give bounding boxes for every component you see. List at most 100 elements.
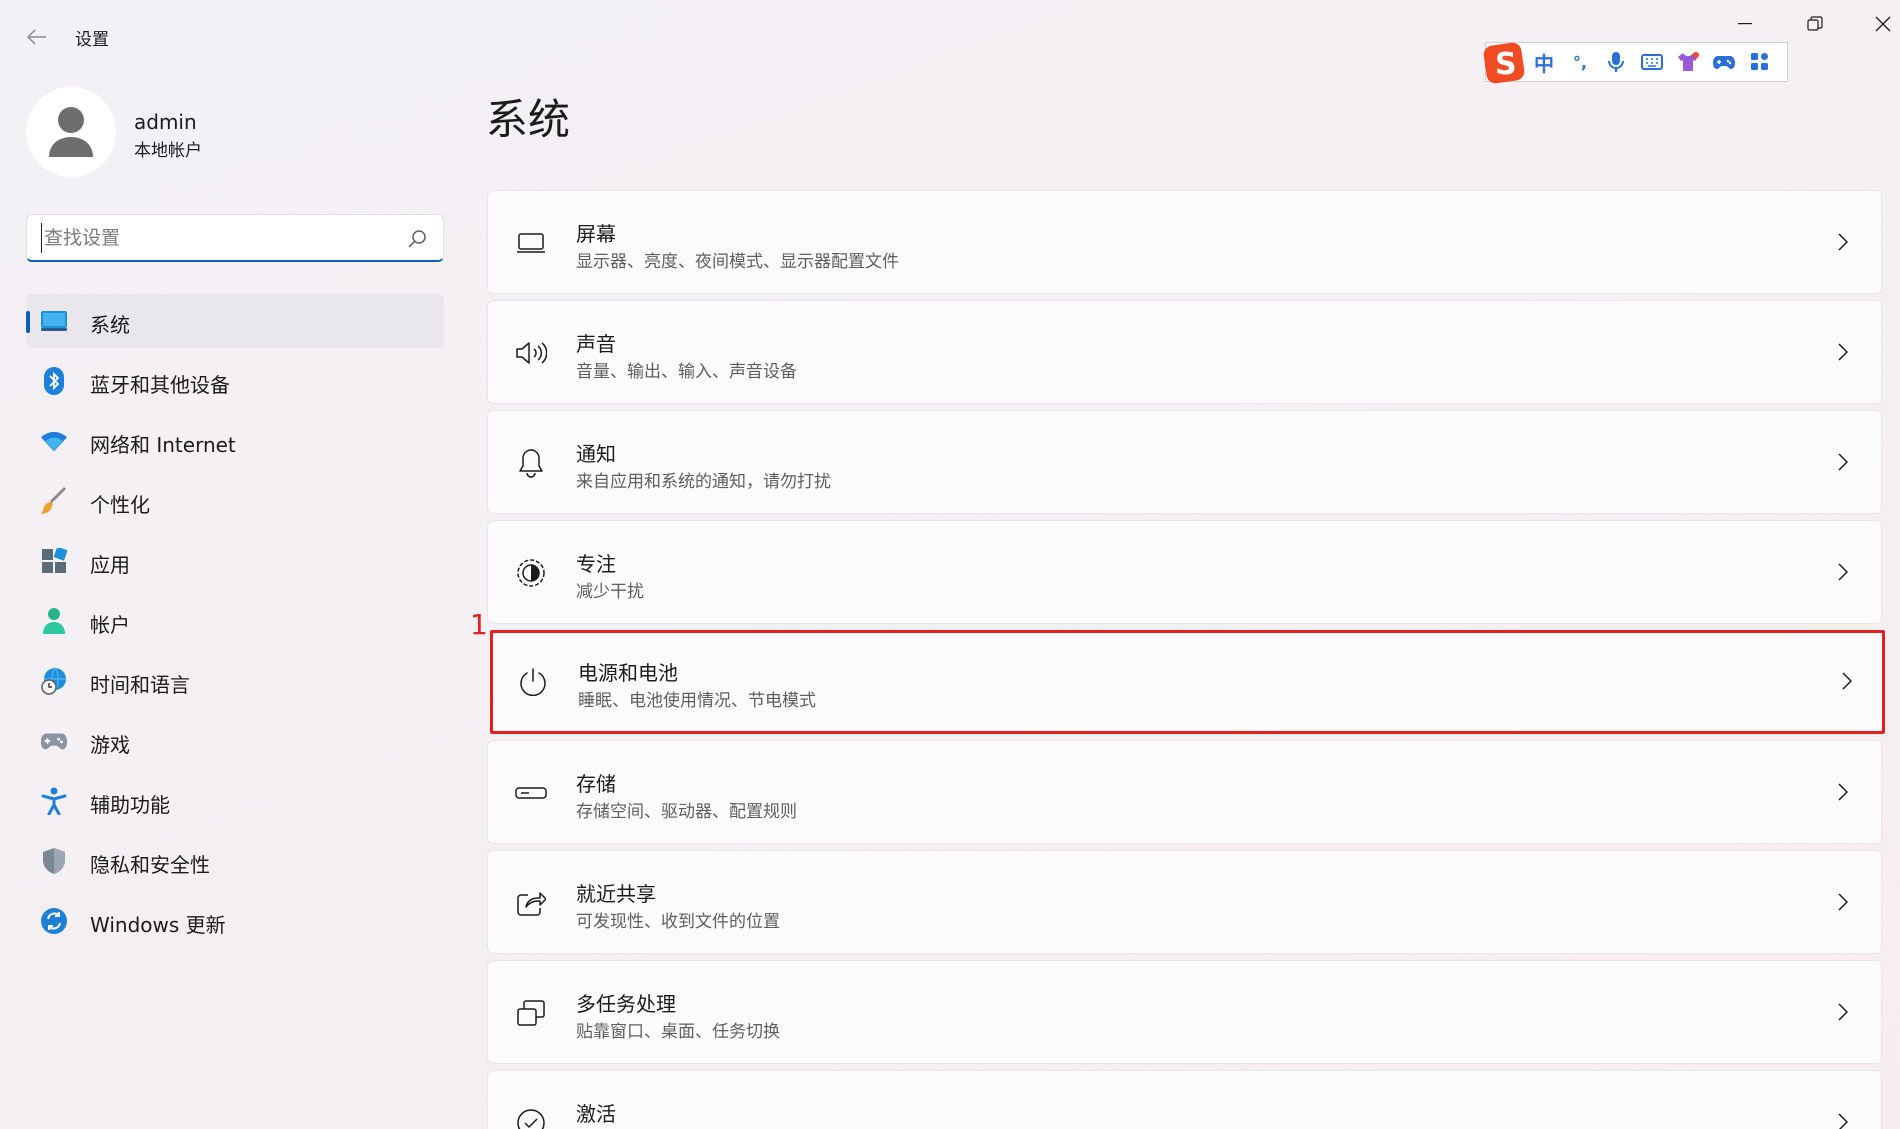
update-icon (40, 907, 68, 935)
close-button[interactable] (1858, 8, 1900, 40)
settings-card-storage[interactable]: 存储 存储空间、驱动器、配置规则 (487, 740, 1882, 844)
shield-icon (40, 847, 68, 875)
sidebar-nav: 系统 蓝牙和其他设备 网络和 Internet 个性化 应用 帐户 时间和语言 … (26, 294, 444, 954)
avatar (26, 87, 116, 177)
gamepad-icon (40, 727, 68, 755)
chevron-right-icon (1833, 781, 1853, 803)
settings-card-notifications[interactable]: 通知 来自应用和系统的通知，请勿打扰 (487, 410, 1882, 514)
back-arrow-icon (27, 29, 46, 45)
keyboard-icon[interactable] (1634, 44, 1670, 80)
sidebar-item-apps[interactable]: 应用 (26, 534, 444, 588)
apps-icon (40, 547, 68, 575)
chevron-right-icon (1833, 231, 1853, 253)
settings-card-multitasking[interactable]: 多任务处理 贴靠窗口、桌面、任务切换 (487, 960, 1882, 1064)
settings-card-sound[interactable]: 声音 音量、输出、输入、声音设备 (487, 300, 1882, 404)
chevron-right-icon (1833, 891, 1853, 913)
storage-icon (514, 776, 548, 810)
check-circle-icon (514, 1106, 548, 1129)
grid-icon[interactable] (1742, 44, 1778, 80)
wifi-icon (40, 427, 68, 455)
ime-toolbar: S 中 °, (1482, 41, 1788, 85)
sidebar-item-label: 个性化 (90, 493, 150, 517)
shirt-icon[interactable] (1670, 44, 1706, 80)
page-title: 系统 (486, 95, 571, 144)
minimize-button[interactable] (1720, 8, 1770, 40)
laptop-icon (514, 226, 548, 260)
card-subtitle: 存储空间、驱动器、配置规则 (576, 802, 797, 822)
sidebar-item-network[interactable]: 网络和 Internet (26, 414, 444, 468)
app-title: 设置 (75, 30, 109, 50)
card-subtitle: 音量、输出、输入、声音设备 (576, 362, 797, 382)
speaker-icon (514, 336, 548, 370)
sidebar-item-label: 游戏 (90, 733, 130, 757)
chevron-right-icon (1833, 561, 1853, 583)
search-icon[interactable] (407, 229, 427, 249)
card-title: 屏幕 (576, 222, 616, 246)
profile-name: admin (134, 110, 197, 134)
sidebar-item-time-language[interactable]: 时间和语言 (26, 654, 444, 708)
sidebar-item-label: 应用 (90, 553, 130, 577)
back-button[interactable] (22, 22, 52, 52)
mic-icon[interactable] (1598, 44, 1634, 80)
focus-icon (514, 556, 548, 590)
monitor-icon (40, 307, 68, 335)
accessibility-icon (40, 787, 68, 815)
gamepad-icon[interactable] (1706, 44, 1742, 80)
card-title: 通知 (576, 442, 616, 466)
settings-card-display[interactable]: 屏幕 显示器、亮度、夜间模式、显示器配置文件 (487, 190, 1882, 294)
person-icon (40, 607, 68, 635)
sidebar-item-bluetooth[interactable]: 蓝牙和其他设备 (26, 354, 444, 408)
chevron-right-icon (1837, 670, 1857, 692)
sidebar-item-label: Windows 更新 (90, 913, 226, 937)
sidebar-item-accounts[interactable]: 帐户 (26, 594, 444, 648)
search-input[interactable] (41, 223, 401, 253)
chevron-right-icon (1833, 1111, 1853, 1129)
minimize-icon (1738, 23, 1752, 25)
sidebar-item-accessibility[interactable]: 辅助功能 (26, 774, 444, 828)
user-avatar-icon (49, 107, 93, 157)
card-title: 存储 (576, 772, 616, 796)
power-icon (516, 665, 550, 699)
search-box[interactable] (26, 214, 444, 262)
sidebar-item-privacy[interactable]: 隐私和安全性 (26, 834, 444, 888)
sidebar-item-label: 帐户 (90, 613, 130, 637)
card-title: 多任务处理 (576, 992, 676, 1016)
sidebar-item-label: 网络和 Internet (90, 433, 236, 457)
card-title: 电源和电池 (578, 661, 678, 685)
globe-clock-icon (40, 667, 68, 695)
restore-icon (1807, 16, 1823, 31)
svg-text:S: S (1495, 47, 1517, 82)
card-title: 专注 (576, 552, 616, 576)
close-icon (1875, 16, 1891, 32)
sidebar-item-gaming[interactable]: 游戏 (26, 714, 444, 768)
ime-chinese-mode[interactable]: 中 (1526, 44, 1562, 80)
chevron-right-icon (1833, 1001, 1853, 1023)
bluetooth-icon (40, 367, 68, 395)
sidebar-item-system[interactable]: 系统 (26, 294, 444, 348)
settings-card-focus[interactable]: 专注 减少干扰 (487, 520, 1882, 624)
settings-card-nearby-sharing[interactable]: 就近共享 可发现性、收到文件的位置 (487, 850, 1882, 954)
restore-button[interactable] (1790, 8, 1840, 40)
sidebar-item-label: 蓝牙和其他设备 (90, 373, 230, 397)
sidebar-item-label: 辅助功能 (90, 793, 170, 817)
annotation-number: 1 (470, 608, 488, 641)
sogou-logo-icon[interactable]: S (1482, 41, 1526, 85)
card-subtitle: 减少干扰 (576, 582, 644, 602)
settings-card-power-battery[interactable]: 电源和电池 睡眠、电池使用情况、节电模式 (490, 630, 1885, 734)
card-subtitle: 睡眠、电池使用情况、节电模式 (578, 691, 816, 711)
settings-list: 屏幕 显示器、亮度、夜间模式、显示器配置文件 声音 音量、输出、输入、声音设备 … (487, 190, 1885, 1129)
card-title: 激活 (576, 1102, 616, 1126)
sidebar-item-label: 系统 (90, 313, 130, 337)
profile-account-type: 本地帐户 (134, 141, 202, 161)
sidebar-item-label: 隐私和安全性 (90, 853, 210, 877)
brush-icon (40, 487, 68, 515)
card-subtitle: 显示器、亮度、夜间模式、显示器配置文件 (576, 252, 899, 272)
settings-card-activation[interactable]: 激活 (487, 1070, 1882, 1129)
sidebar-item-label: 时间和语言 (90, 673, 190, 697)
sidebar-item-windows-update[interactable]: Windows 更新 (26, 894, 444, 948)
sidebar-item-personalization[interactable]: 个性化 (26, 474, 444, 528)
selection-indicator (26, 311, 30, 333)
chevron-right-icon (1833, 451, 1853, 473)
multitask-icon (514, 996, 548, 1030)
ime-punctuation[interactable]: °, (1562, 44, 1598, 80)
